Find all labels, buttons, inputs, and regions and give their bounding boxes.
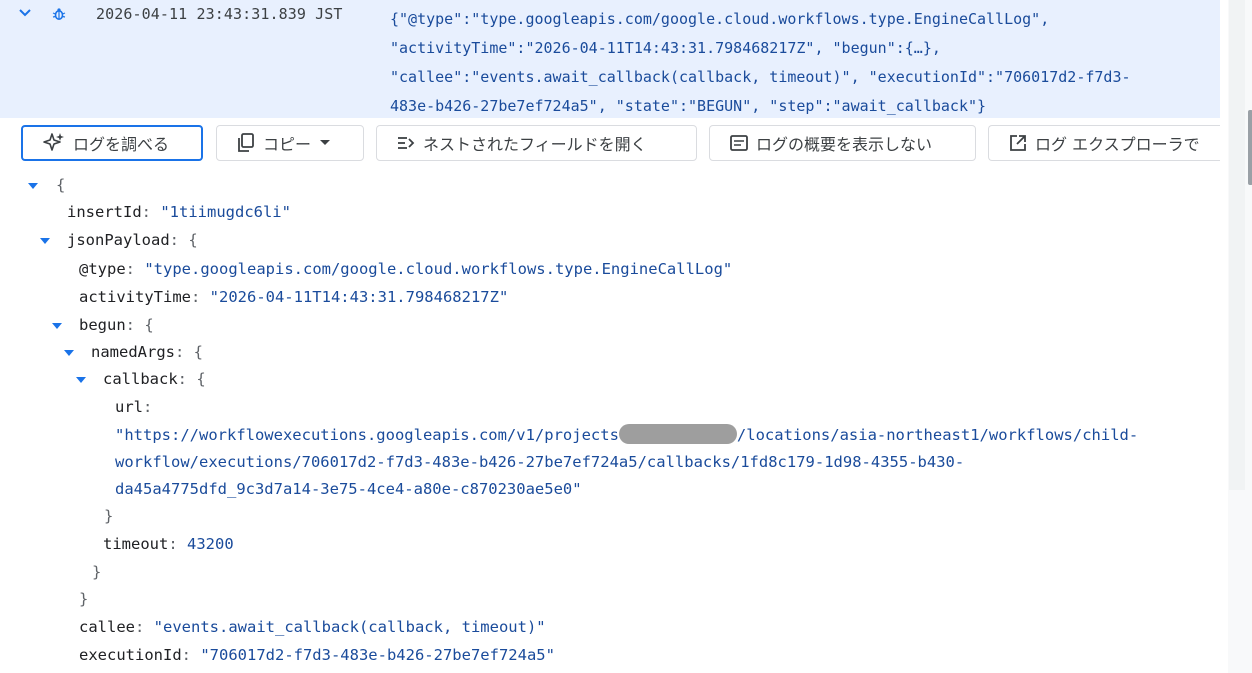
expand-fields-icon: [398, 137, 415, 149]
tree-line-type: @type: "type.googleapis.com/google.cloud…: [79, 260, 733, 278]
log-entry-toolbar: ログを調べる コピー ネストされたフィールドを開く ログの概要を表示しない ログ…: [0, 118, 1220, 172]
collapse-toggle-icon[interactable]: [64, 350, 74, 356]
field-value[interactable]: 43200: [187, 535, 234, 553]
summary-icon: [730, 135, 748, 151]
field-key: executionId: [79, 646, 182, 664]
field-key: url: [115, 398, 143, 416]
scrollbar-track[interactable]: [1229, 0, 1245, 490]
chevron-down-icon[interactable]: [18, 6, 32, 20]
expand-nested-fields-button[interactable]: ネストされたフィールドを開く: [376, 125, 697, 161]
open-in-log-explorer-button[interactable]: ログ エクスプローラで: [988, 125, 1220, 161]
log-summary-json: {"@type":"type.googleapis.com/google.clo…: [390, 5, 1131, 121]
dropdown-arrow-icon: [320, 140, 331, 145]
tree-line-url-value-1: "https://workflowexecutions.googleapis.c…: [115, 422, 1138, 449]
hide-log-summary-button[interactable]: ログの概要を表示しない: [709, 125, 976, 161]
field-value[interactable]: "706017d2-f7d3-483e-b426-27be7ef724a5": [200, 646, 555, 664]
field-key: jsonPayload: [67, 231, 170, 249]
collapse-toggle-icon[interactable]: [28, 183, 38, 189]
field-key: namedArgs: [91, 343, 175, 361]
explain-log-label: ログを調べる: [73, 135, 170, 154]
field-value[interactable]: "https://workflowexecutions.googleapis.c…: [115, 426, 619, 444]
tree-line-callee: callee: "events.await_callback(callback,…: [79, 618, 546, 636]
field-value[interactable]: "2026-04-11T14:43:31.798468217Z": [210, 288, 509, 306]
sparkle-icon: [43, 133, 64, 151]
field-key: @type: [79, 260, 126, 278]
field-key: insertId: [67, 203, 142, 221]
copy-label: コピー: [263, 135, 312, 154]
expand-nested-fields-label: ネストされたフィールドを開く: [423, 135, 647, 154]
log-timestamp: 2026-04-11 23:43:31.839 JST: [96, 5, 343, 23]
field-key: callback: [103, 370, 178, 388]
tree-line-activityTime: activityTime: "2026-04-11T14:43:31.79846…: [79, 288, 509, 306]
field-key: begun: [79, 316, 126, 334]
copy-dropdown-button[interactable]: コピー: [216, 125, 364, 161]
field-value[interactable]: /locations/asia-northeast1/workflows/chi…: [737, 426, 1138, 444]
tree-line-timeout: timeout: 43200: [103, 535, 234, 553]
tree-line-close-namedArgs: }: [92, 563, 102, 581]
log-json-tree: { insertId: "1tiimugdc6li" jsonPayload: …: [0, 172, 1220, 673]
field-value[interactable]: da45a4775dfd_9c3d7a14-3e75-4ce4-a80e-c87…: [115, 480, 582, 498]
summary-json-line: "callee":"events.await_callback(callback…: [390, 68, 1131, 86]
redaction-blur: [618, 423, 737, 444]
copy-icon: [238, 133, 254, 152]
field-value[interactable]: "type.googleapis.com/google.cloud.workfl…: [144, 260, 732, 278]
field-value[interactable]: "events.await_callback(callback, timeout…: [154, 618, 546, 636]
field-value[interactable]: workflow/executions/706017d2-f7d3-483e-b…: [115, 453, 964, 471]
field-key: timeout: [103, 535, 169, 553]
tree-line-url-key: url:: [115, 398, 153, 416]
field-value[interactable]: "1tiimugdc6li": [160, 203, 291, 221]
collapse-toggle-icon[interactable]: [52, 323, 62, 329]
summary-json-line: {"@type":"type.googleapis.com/google.clo…: [390, 10, 1050, 28]
collapse-toggle-icon[interactable]: [40, 238, 50, 244]
tree-line-executionId: executionId: "706017d2-f7d3-483e-b426-27…: [79, 646, 555, 664]
summary-json-line: 483e-b426-27be7ef724a5", "state":"BEGUN"…: [390, 97, 987, 115]
log-entry-summary-row[interactable]: 2026-04-11 23:43:31.839 JST {"@type":"ty…: [0, 0, 1220, 118]
field-key: callee: [79, 618, 135, 636]
debug-bug-icon: [52, 8, 66, 20]
explain-log-button[interactable]: ログを調べる: [21, 125, 203, 161]
field-key: activityTime: [79, 288, 191, 306]
tree-line-close-callback: }: [104, 507, 114, 525]
tree-line-insertId: insertId: "1tiimugdc6li": [67, 203, 291, 221]
open-in-log-explorer-label: ログ エクスプローラで: [1035, 135, 1200, 154]
open-in-new-icon: [1010, 135, 1026, 151]
hide-log-summary-label: ログの概要を表示しない: [756, 135, 933, 154]
tree-line-url-value-2: workflow/executions/706017d2-f7d3-483e-b…: [115, 449, 964, 476]
summary-json-line: "activityTime":"2026-04-11T14:43:31.7984…: [390, 39, 941, 57]
collapse-toggle-icon[interactable]: [76, 377, 86, 383]
tree-line-close-begun: }: [79, 590, 89, 608]
tree-line-url-value-3: da45a4775dfd_9c3d7a14-3e75-4ce4-a80e-c87…: [115, 476, 582, 503]
scrollbar-thumb[interactable]: [1248, 110, 1252, 185]
